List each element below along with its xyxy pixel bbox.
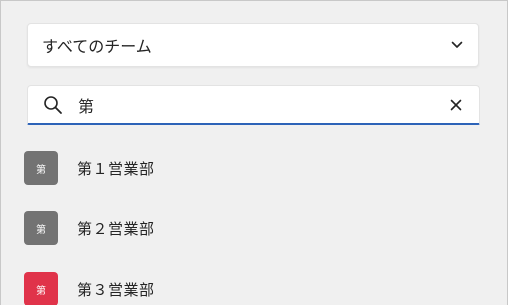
team-name: 第１営業部 [77,159,155,178]
team-filter-dropdown[interactable]: すべてのチーム [27,23,479,67]
chevron-down-icon [450,38,464,52]
team-list-item[interactable]: 第 第１営業部 [24,151,484,185]
search-input[interactable] [78,92,445,117]
team-list-item[interactable]: 第 第３営業部 [24,272,484,305]
team-search-box [27,85,480,125]
close-icon[interactable] [445,94,467,116]
search-icon [42,94,64,116]
team-avatar: 第 [24,211,58,245]
team-avatar: 第 [24,151,58,185]
team-list-item[interactable]: 第 第２営業部 [24,211,484,245]
team-picker-panel: すべてのチーム 第 第１営業部 第 第２営業部 [0,0,508,305]
team-avatar: 第 [24,272,58,305]
team-filter-label: すべてのチーム [42,37,152,56]
team-name: 第３営業部 [77,280,155,299]
team-name: 第２営業部 [77,219,155,238]
